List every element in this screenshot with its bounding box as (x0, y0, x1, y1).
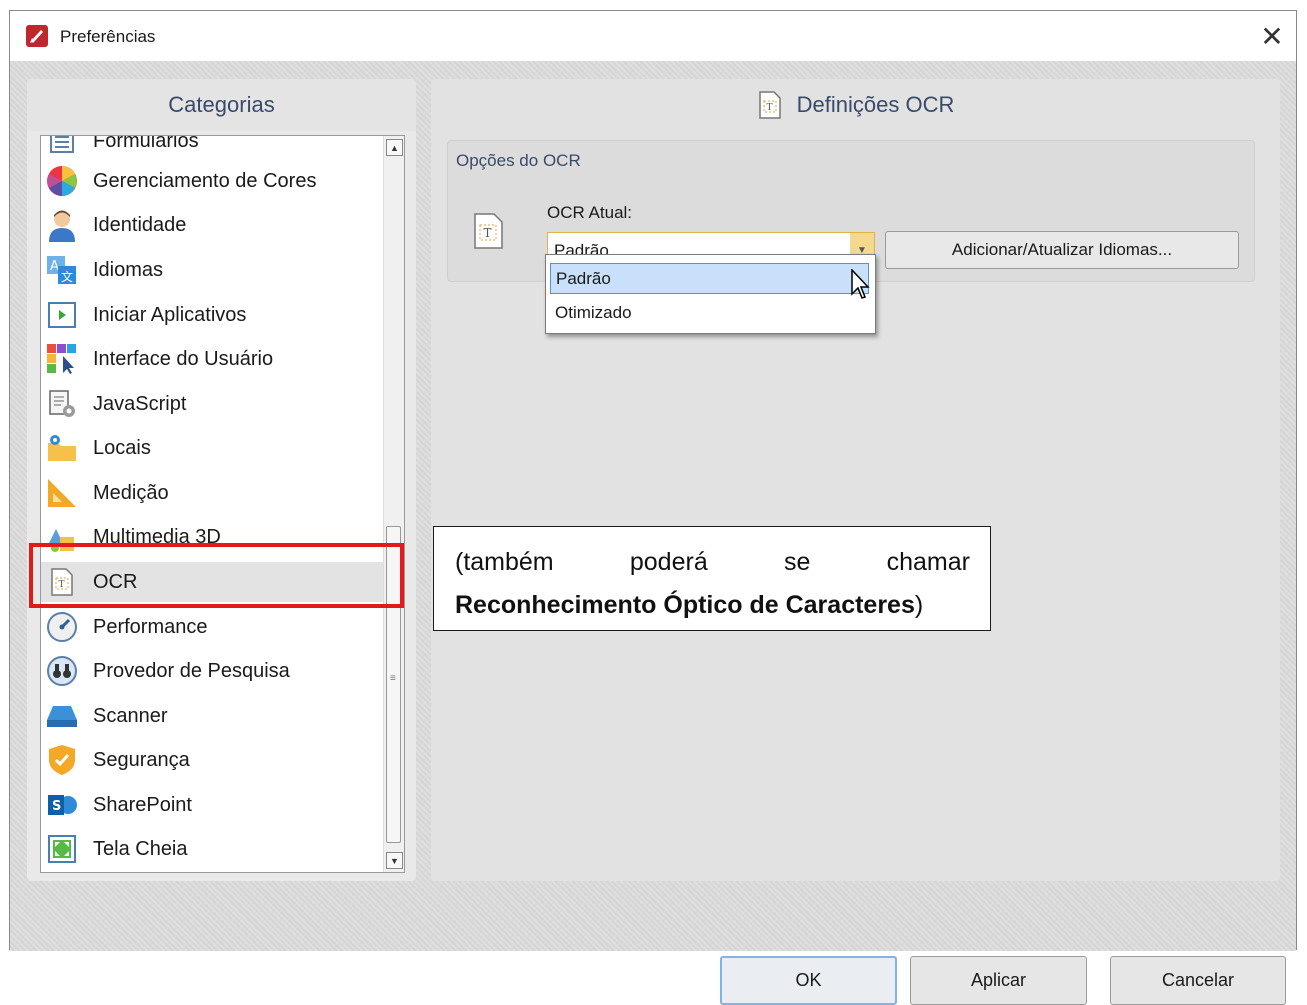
cancel-button[interactable]: Cancelar (1110, 956, 1286, 1005)
add-update-languages-button[interactable]: Adicionar/Atualizar Idiomas... (885, 231, 1239, 269)
list-item-locais[interactable]: Locais (41, 428, 391, 468)
launch-app-icon (45, 298, 79, 332)
sharepoint-icon: S (45, 788, 79, 822)
list-item-interface-do-usuario[interactable]: Interface do Usuário (41, 339, 391, 379)
list-item-seguranca[interactable]: Segurança (41, 740, 391, 780)
categories-header: Categorias (27, 79, 416, 131)
mouse-cursor-icon (851, 269, 870, 299)
app-logo-icon (26, 25, 48, 47)
grip-icon: ≡ (390, 673, 396, 684)
list-item-label: Interface do Usuário (93, 347, 274, 370)
script-gear-icon (45, 387, 79, 421)
list-item-javascript[interactable]: JavaScript (41, 384, 391, 424)
svg-text:A: A (50, 259, 59, 274)
note-word: chamar (886, 548, 970, 576)
language-icon: A文 (45, 253, 79, 287)
ocr-settings-title: Definições OCR (796, 92, 955, 117)
ruler-triangle-icon (45, 476, 79, 510)
annotation-note: (também poderá se chamar Reconhecimento … (433, 526, 991, 631)
dropdown-option-padrao[interactable]: Padrão (550, 263, 869, 294)
svg-text:S: S (52, 799, 61, 814)
list-item-performance[interactable]: Performance (41, 607, 391, 647)
dropdown-option-otimizado[interactable]: Otimizado (550, 297, 869, 328)
note-word: se (783, 548, 811, 576)
list-item-identidade[interactable]: Identidade (41, 205, 391, 245)
list-item-label: Segurança (93, 748, 190, 771)
note-closing: ) (914, 591, 924, 619)
ocr-highlight-annotation (29, 543, 404, 608)
dialog-content: Categorias Formulários Gerenciamento de … (10, 61, 1296, 1005)
note-line-2: Reconhecimento Óptico de Caracteres) (455, 584, 970, 627)
list-item-label: Medição (93, 481, 169, 504)
ocr-icon: T (474, 213, 503, 249)
list-item-gerenciamento-de-cores[interactable]: Gerenciamento de Cores (41, 161, 391, 201)
list-item-label: SharePoint (93, 793, 192, 816)
note-word: (também (455, 548, 554, 576)
scroll-up-arrow[interactable]: ▲ (386, 139, 403, 156)
categories-list[interactable]: Formulários Gerenciamento de Cores Ident… (40, 135, 405, 873)
list-item-idiomas[interactable]: A文 Idiomas (41, 250, 391, 290)
list-item-sharepoint[interactable]: S SharePoint (41, 785, 391, 825)
apply-button[interactable]: Aplicar (910, 956, 1087, 1005)
close-icon[interactable]: ✕ (1260, 20, 1283, 53)
window-title: Preferências (60, 27, 156, 46)
fullscreen-icon (45, 832, 79, 866)
list-item-label: Performance (93, 615, 208, 638)
list-item-medicao[interactable]: Medição (41, 473, 391, 513)
list-item-label: Iniciar Aplicativos (93, 303, 247, 326)
note-bold-term: Reconhecimento Óptico de Caracteres (455, 591, 915, 619)
list-item-label: Provedor de Pesquisa (93, 659, 290, 682)
form-icon (45, 136, 79, 158)
ui-icon (45, 342, 79, 376)
ocr-icon: T (758, 91, 781, 119)
preferences-dialog: Preferências ✕ Categorias Formulários Ge… (9, 10, 1297, 1005)
note-line-1: (também poderá se chamar (455, 541, 970, 584)
list-item-iniciar-aplicativos[interactable]: Iniciar Aplicativos (41, 295, 391, 335)
list-item-label: Idiomas (93, 258, 164, 281)
binoculars-icon (45, 654, 79, 688)
color-wheel-icon (45, 164, 79, 198)
note-word: poderá (629, 548, 708, 576)
folder-location-icon (45, 431, 79, 465)
ok-button[interactable]: OK (720, 956, 897, 1005)
gauge-icon (45, 610, 79, 644)
svg-text:T: T (484, 226, 492, 240)
close-button[interactable]: ✕ (1248, 11, 1296, 61)
scanner-icon (45, 699, 79, 733)
ocr-settings-panel: T Definições OCR Opções do OCR T OCR Atu… (431, 79, 1280, 881)
list-item-label: JavaScript (93, 392, 187, 415)
svg-text:文: 文 (61, 269, 73, 284)
ocr-dropdown-list[interactable]: Padrão Otimizado (545, 254, 876, 334)
current-ocr-label: OCR Atual: (547, 203, 633, 222)
scroll-down-arrow[interactable]: ▼ (386, 852, 403, 869)
list-item-label: Formulários (93, 135, 199, 152)
ocr-options-title: Opções do OCR (456, 151, 581, 170)
user-icon (45, 208, 79, 242)
list-item-tela-cheia[interactable]: Tela Cheia (41, 829, 391, 869)
shield-icon (45, 743, 79, 777)
list-item-scanner[interactable]: Scanner (41, 696, 391, 736)
categories-panel: Categorias Formulários Gerenciamento de … (27, 79, 416, 881)
categories-scrollbar[interactable]: ▲ ≡ ▼ (383, 136, 404, 872)
list-item-label: Locais (93, 436, 151, 459)
title-bar: Preferências ✕ (10, 11, 1296, 61)
list-item-provedor-de-pesquisa[interactable]: Provedor de Pesquisa (41, 651, 391, 691)
list-item-formularios[interactable]: Formulários (41, 135, 391, 161)
list-item-label: Gerenciamento de Cores (93, 169, 317, 192)
list-item-label: Tela Cheia (93, 837, 188, 860)
list-item-label: Scanner (93, 704, 168, 727)
svg-text:T: T (766, 103, 772, 113)
list-item-label: Identidade (93, 213, 187, 236)
ocr-settings-header: T Definições OCR (431, 79, 1280, 131)
